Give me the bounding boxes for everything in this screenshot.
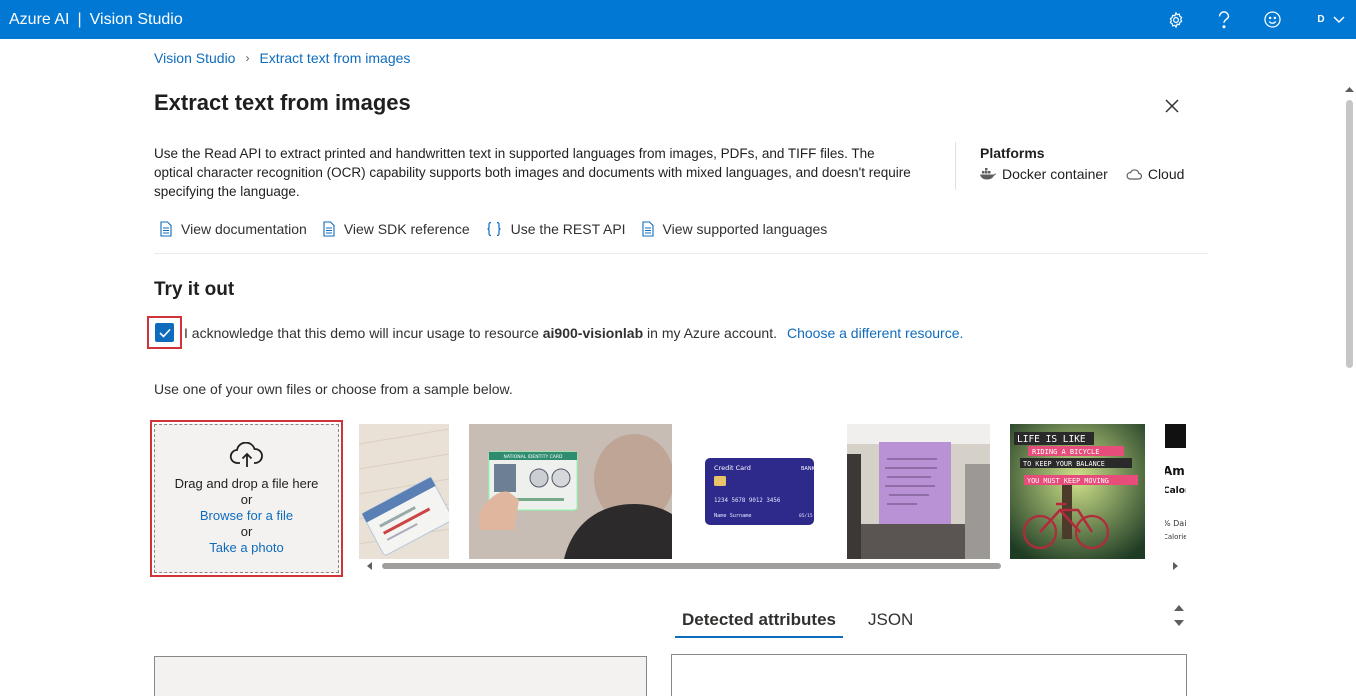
sample-handwritten-note[interactable] — [847, 424, 990, 559]
caret-down-icon[interactable] — [1174, 619, 1184, 627]
poster-line-4: YOU MUST KEEP MOVING — [1027, 477, 1109, 485]
docker-icon — [980, 168, 996, 180]
label-text-2: Calori — [1165, 486, 1186, 496]
platform-cloud-label: Cloud — [1147, 166, 1185, 182]
view-documentation-label: View documentation — [181, 221, 307, 237]
tab-detected-attributes[interactable]: Detected attributes — [675, 606, 843, 638]
view-sdk-reference-label: View SDK reference — [343, 221, 470, 237]
caret-up-icon[interactable] — [1174, 604, 1184, 612]
acknowledge-row: I acknowledge that this demo will incur … — [147, 316, 963, 349]
platform-docker-label: Docker container — [1002, 166, 1108, 182]
choose-different-resource-link[interactable]: Choose a different resource. — [787, 325, 963, 341]
breadcrumb: Vision Studio › Extract text from images — [154, 50, 410, 66]
settings-button[interactable] — [1152, 0, 1200, 39]
view-supported-languages-link[interactable]: View supported languages — [641, 221, 828, 237]
breadcrumb-vision-studio[interactable]: Vision Studio — [154, 50, 235, 66]
cloud-icon — [1126, 168, 1142, 180]
platform-cloud: Cloud — [1126, 166, 1185, 182]
card-bank: BANK — [801, 466, 816, 472]
upload-highlight: Drag and drop a file here or Browse for … — [150, 420, 343, 577]
view-supported-languages-label: View supported languages — [662, 221, 828, 237]
scroll-left-icon[interactable] — [366, 562, 374, 570]
chevron-right-icon: › — [245, 51, 250, 65]
page-description: Use the Read API to extract printed and … — [154, 146, 911, 199]
document-icon — [160, 221, 172, 237]
scrollbar-thumb[interactable] — [382, 563, 1001, 569]
try-it-out-heading: Try it out — [154, 279, 235, 300]
account-menu[interactable]: D — [1296, 0, 1356, 39]
scroll-right-icon[interactable] — [1171, 562, 1179, 570]
page-scrollbar[interactable] — [1343, 84, 1356, 692]
poster-line-2: RIDING A BICYCLE — [1032, 448, 1099, 456]
sample-social-security-card[interactable] — [359, 424, 449, 559]
use-rest-api-link[interactable]: Use the REST API — [486, 221, 626, 237]
scroll-up-icon[interactable] — [1345, 86, 1354, 93]
sample-id-card-person[interactable]: NATIONAL IDENTITY CARD — [469, 424, 672, 559]
card-name: Name Surname — [714, 513, 751, 519]
gear-icon — [1169, 11, 1183, 28]
document-icon — [641, 221, 654, 237]
page-title: Extract text from images — [154, 90, 411, 115]
file-drop-zone[interactable]: Drag and drop a file here or Browse for … — [154, 424, 339, 573]
tab-json[interactable]: JSON — [861, 606, 920, 638]
brand-azure: Azure AI — [9, 10, 70, 28]
platforms-panel: Platforms Docker container Cloud — [980, 145, 1184, 182]
sample-bicycle-poster[interactable]: LIFE IS LIKE RIDING A BICYCLE TO KEEP YO… — [1010, 424, 1145, 559]
results-scroll-arrows[interactable] — [1174, 604, 1186, 629]
acknowledge-checkbox[interactable] — [155, 323, 174, 342]
smiley-icon — [1263, 11, 1281, 28]
sample-credit-card[interactable]: Credit Card BANK 1234 5678 9012 3456 Nam… — [692, 424, 827, 559]
braces-icon — [487, 221, 501, 237]
browse-file-link[interactable]: Browse for a file — [200, 508, 293, 524]
card-expiry: 05/15 — [799, 513, 813, 519]
avatar: D — [1317, 14, 1325, 25]
or-text: or — [240, 523, 253, 539]
checkbox-highlight — [147, 316, 182, 349]
label-text-1: Am — [1165, 464, 1185, 478]
acknowledge-text-prefix: I acknowledge that this demo will incur … — [184, 324, 543, 341]
checkmark-icon — [158, 328, 171, 338]
resource-name: ai900-visionlab — [542, 324, 644, 341]
take-photo-link[interactable]: Take a photo — [209, 540, 283, 556]
document-icon — [323, 221, 335, 237]
or-text: or — [240, 491, 253, 507]
sample-nutrition-label[interactable]: Am Calori % Dail Calorie — [1165, 424, 1186, 559]
use-rest-api-label: Use the REST API — [510, 221, 626, 237]
divider — [154, 253, 1208, 254]
acknowledge-text-suffix: in my Azure account. — [643, 324, 777, 341]
view-documentation-link[interactable]: View documentation — [160, 221, 307, 237]
samples-scrollbar[interactable] — [364, 559, 1184, 573]
help-button[interactable] — [1200, 0, 1248, 39]
breadcrumb-current[interactable]: Extract text from images — [259, 50, 410, 66]
top-bar: Azure AI | Vision Studio D — [0, 0, 1356, 39]
platforms-heading: Platforms — [980, 145, 1045, 161]
close-icon[interactable] — [1162, 96, 1182, 116]
poster-line-1: LIFE IS LIKE — [1017, 434, 1086, 445]
image-preview-panel — [154, 656, 647, 696]
view-sdk-reference-link[interactable]: View SDK reference — [323, 221, 470, 237]
brand[interactable]: Azure AI | Vision Studio — [9, 11, 183, 29]
brand-separator: | — [77, 10, 82, 28]
platform-docker: Docker container — [980, 166, 1108, 182]
scrollbar-thumb[interactable] — [1346, 100, 1353, 368]
card-number: 1234 5678 9012 3456 — [714, 498, 781, 504]
feedback-button[interactable] — [1248, 0, 1296, 39]
poster-line-3: TO KEEP YOUR BALANCE — [1023, 460, 1105, 468]
label-text-4: Calorie — [1165, 533, 1186, 541]
question-mark-icon — [1218, 10, 1230, 28]
card-title: Credit Card — [714, 464, 751, 472]
brand-product: Vision Studio — [89, 10, 183, 28]
chevron-down-icon — [1333, 15, 1345, 23]
upload-instructions: Use one of your own files or choose from… — [154, 381, 513, 397]
results-panel — [671, 654, 1187, 696]
id-card-title: NATIONAL IDENTITY CARD — [504, 454, 563, 460]
label-text-3: % Dail — [1165, 519, 1186, 528]
cloud-upload-icon — [229, 441, 263, 467]
drag-drop-text: Drag and drop a file here — [174, 475, 319, 491]
divider — [955, 142, 956, 190]
resource-links: View documentation View SDK reference Us… — [160, 221, 827, 237]
results-tabs: Detected attributes JSON — [675, 606, 920, 638]
